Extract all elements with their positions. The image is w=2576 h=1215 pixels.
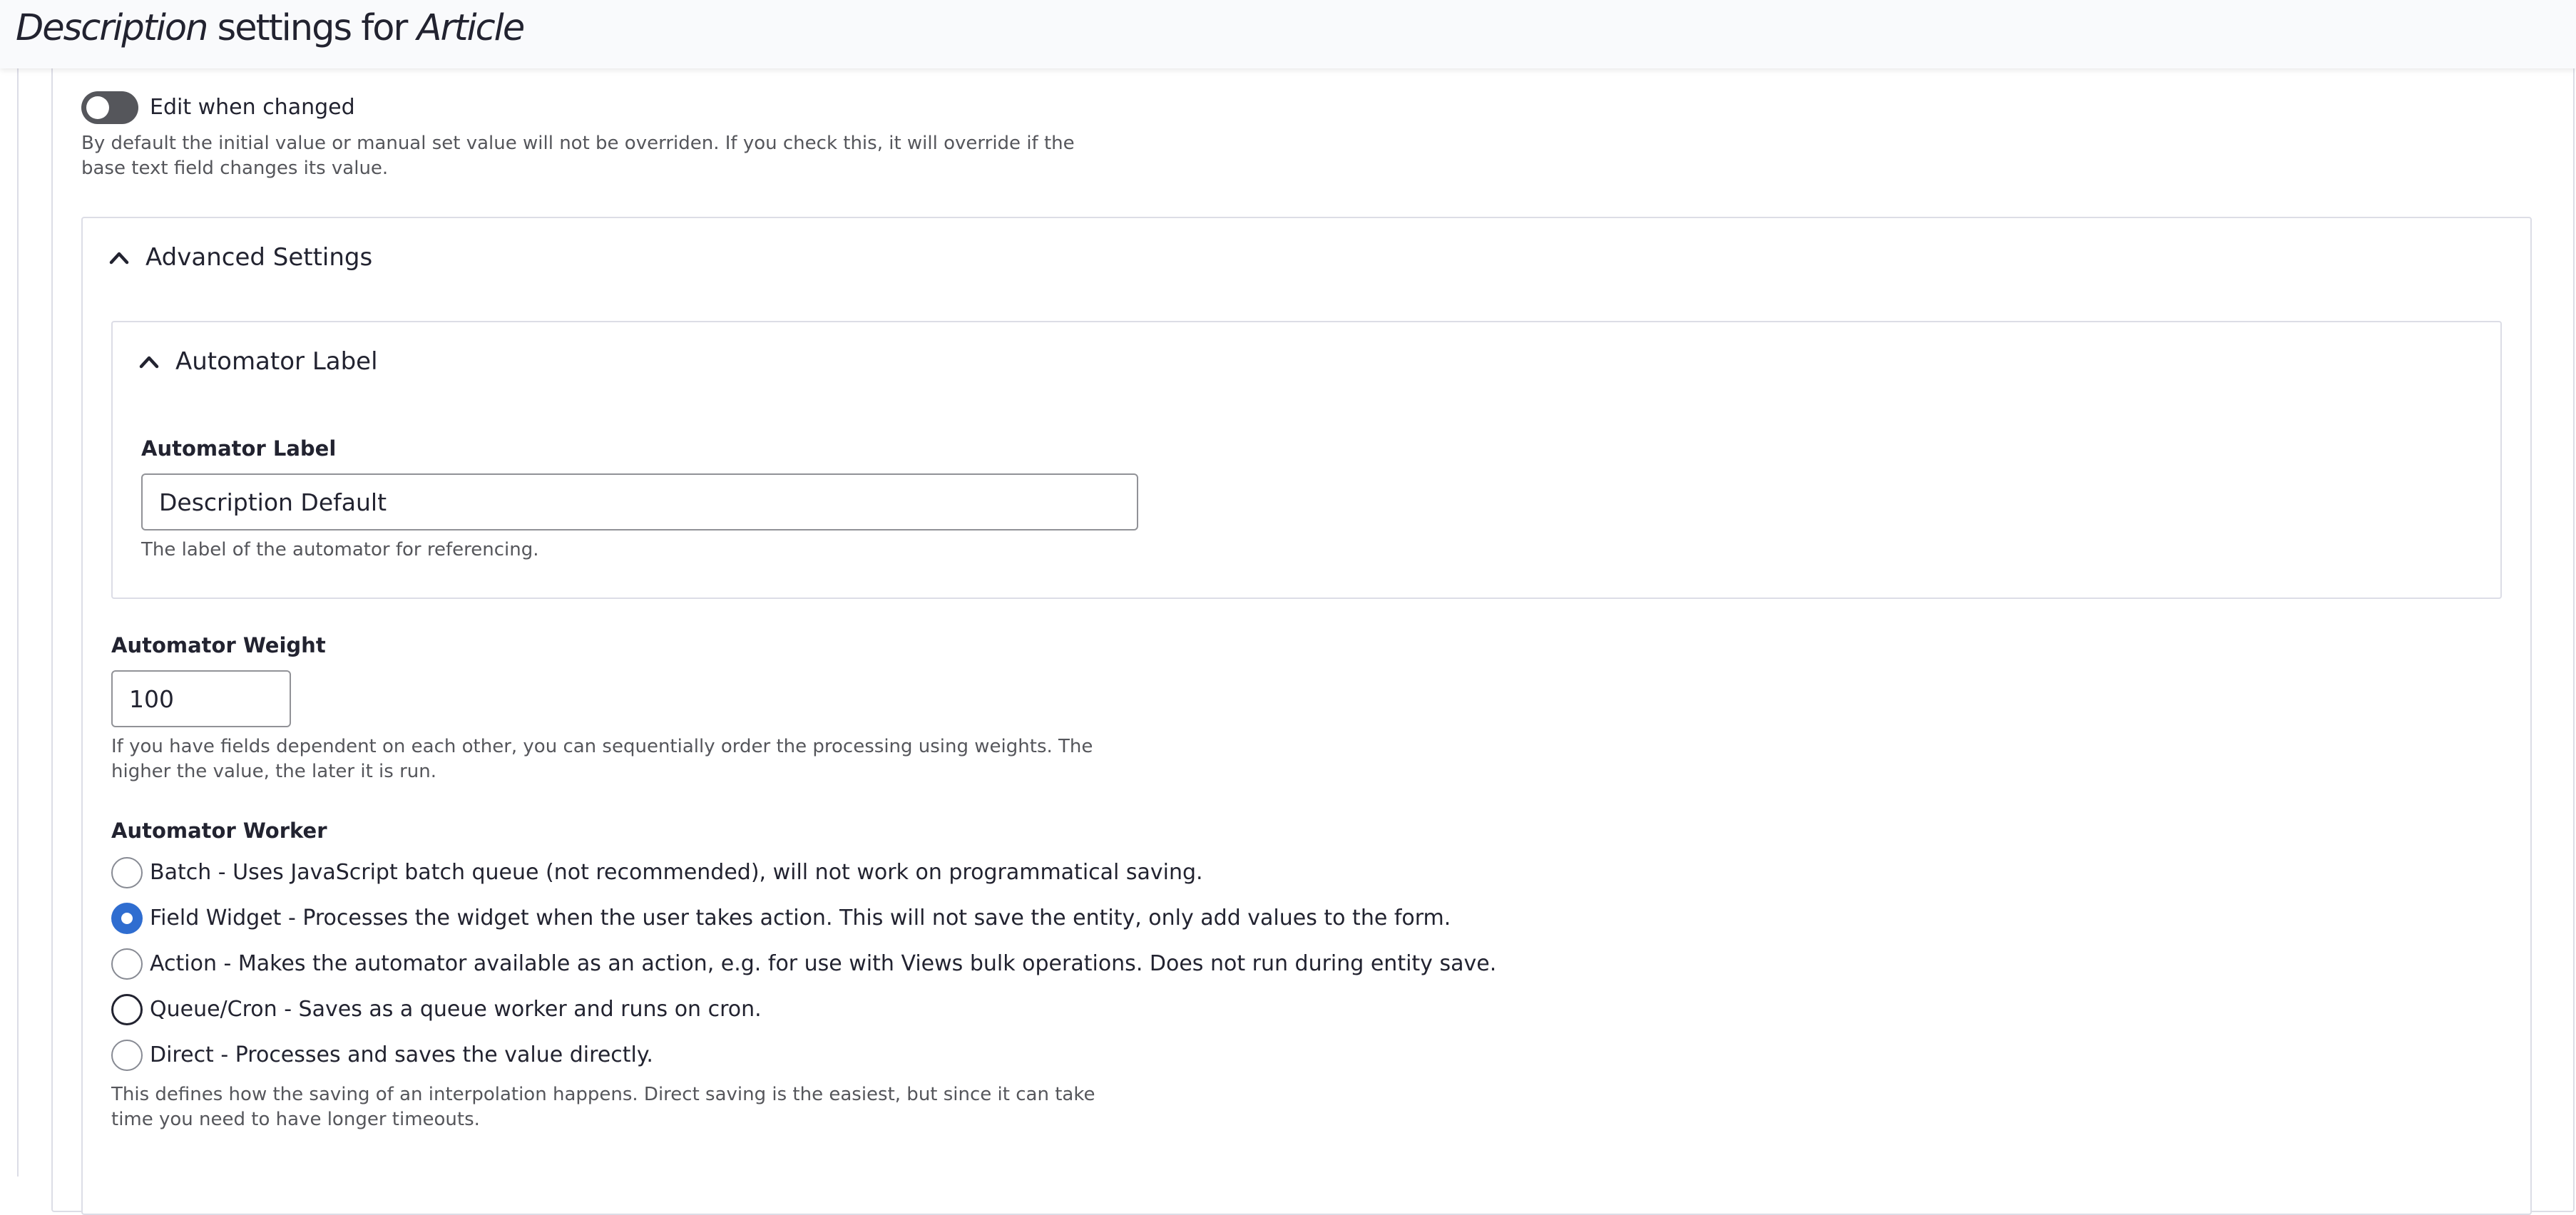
automator-label-input[interactable] <box>141 473 1138 530</box>
radio-label-direct[interactable]: Direct - Processes and saves the value d… <box>150 1041 653 1070</box>
radio-direct[interactable] <box>111 1040 143 1071</box>
page-title: Description settings for Article <box>16 6 526 51</box>
automator-label-field-label: Automator Label <box>141 436 337 461</box>
radio-batch[interactable] <box>111 857 143 888</box>
radio-field-widget[interactable] <box>111 903 143 934</box>
edit-when-changed-description-line1: By default the initial value or manual s… <box>81 133 1075 154</box>
page-title-field: Description <box>16 7 208 49</box>
automator-weight-description-line2: higher the value, the later it is run. <box>111 761 436 782</box>
chevron-up-icon[interactable] <box>108 250 130 265</box>
page-header: Description settings for Article <box>0 0 2576 68</box>
automator-label-description: The label of the automator for referenci… <box>141 539 539 560</box>
automator-worker-description-line1: This defines how the saving of an interp… <box>111 1084 1095 1105</box>
radio-label-batch[interactable]: Batch - Uses JavaScript batch queue (not… <box>150 858 1203 887</box>
radio-queue-cron[interactable] <box>111 994 143 1025</box>
edit-when-changed-label[interactable]: Edit when changed <box>150 94 355 121</box>
edit-when-changed-description-line2: base text field changes its value. <box>81 158 389 179</box>
radio-action[interactable] <box>111 948 143 980</box>
toggle-knob <box>86 96 109 119</box>
chevron-up-icon[interactable] <box>138 354 160 369</box>
automator-label-summary[interactable]: Automator Label <box>175 346 378 377</box>
page-left-border <box>17 68 19 1176</box>
edit-when-changed-toggle[interactable] <box>81 91 138 124</box>
automator-weight-input[interactable] <box>111 670 291 727</box>
radio-label-field-widget[interactable]: Field Widget - Processes the widget when… <box>150 904 1451 933</box>
automator-worker-description-line2: time you need to have longer timeouts. <box>111 1109 480 1130</box>
radio-label-action[interactable]: Action - Makes the automator available a… <box>150 950 1496 978</box>
advanced-settings-summary[interactable]: Advanced Settings <box>145 242 372 273</box>
page-title-middle: settings for <box>207 7 417 49</box>
page-title-entity: Article <box>416 7 526 49</box>
automator-worker-label: Automator Worker <box>111 819 327 843</box>
radio-label-queue-cron[interactable]: Queue/Cron - Saves as a queue worker and… <box>150 995 762 1024</box>
automator-weight-description-line1: If you have fields dependent on each oth… <box>111 736 1093 757</box>
automator-weight-label: Automator Weight <box>111 633 326 657</box>
